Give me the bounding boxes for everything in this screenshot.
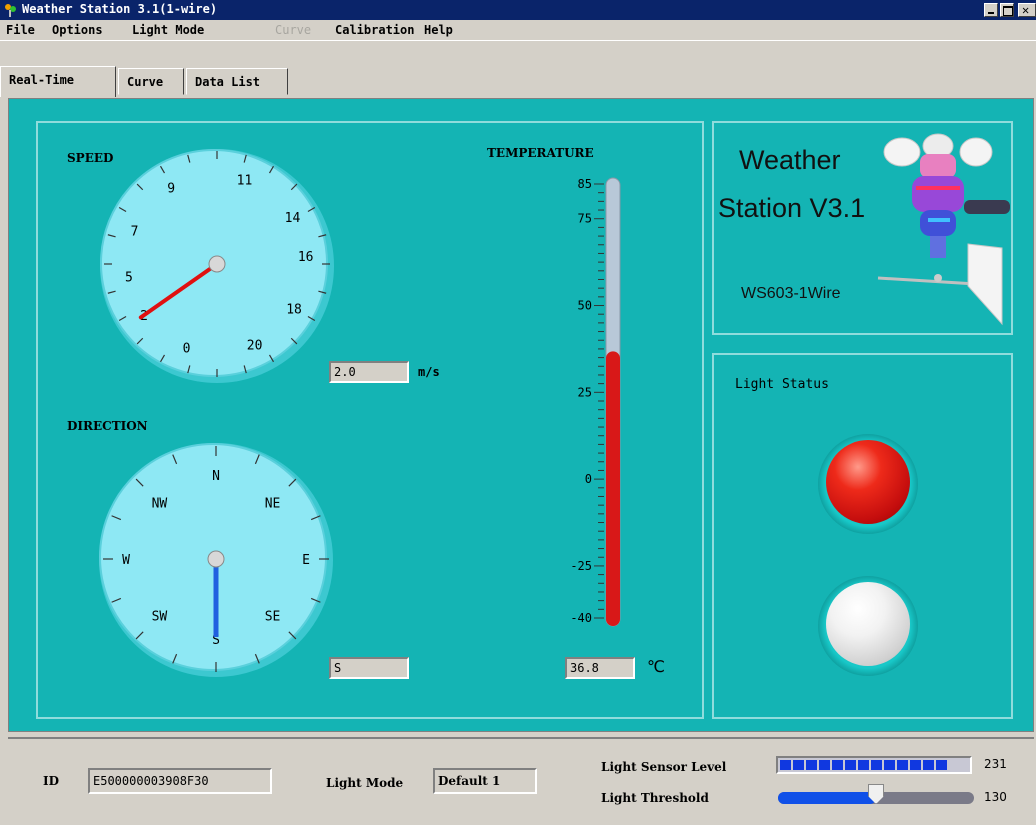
speed-gauge: 025791114161820 [100, 149, 334, 383]
light-threshold-slider[interactable] [778, 784, 974, 804]
close-button[interactable]: ✕ [1018, 3, 1036, 17]
light-mode-field: Default 1 [433, 768, 537, 794]
app-icon [5, 4, 16, 17]
thermometer-scale-label: -25 [570, 559, 592, 573]
direction-label: NE [265, 496, 281, 511]
direction-gauge: NNEESESSWWNW [99, 443, 333, 677]
thermometer-scale-label: 0 [585, 472, 592, 486]
minimize-button[interactable] [984, 3, 998, 17]
light-sensor-level-fill [780, 760, 949, 770]
temperature-value-field: 36.8 [565, 657, 635, 679]
temperature-unit: ℃ [647, 657, 665, 676]
speed-scale-label: 0 [183, 342, 191, 357]
brand-model: WS603-1Wire [741, 285, 841, 302]
light-sensor-level-bar [776, 756, 972, 774]
direction-label: N [212, 469, 220, 484]
maximize-button[interactable] [1000, 3, 1014, 17]
thermometer-scale-label: 85 [578, 177, 592, 191]
led-white-indicator [826, 582, 910, 666]
speed-unit: m/s [418, 365, 440, 379]
speed-scale-label: 11 [237, 173, 253, 188]
light-threshold-fill [778, 792, 876, 804]
tab-data-list[interactable]: Data List [186, 68, 288, 95]
thermometer: 85 75 50 25 0 -25 -40 [570, 177, 621, 627]
light-threshold-value: 130 [984, 790, 1007, 804]
light-mode-label: Light Mode [326, 776, 404, 790]
direction-label: NW [152, 496, 168, 511]
speed-scale-label: 20 [247, 339, 263, 354]
thermometer-scale-label: -40 [570, 611, 592, 625]
menu-light-mode[interactable]: Light Mode [132, 23, 204, 37]
tab-real-time[interactable]: Real-Time [0, 66, 116, 97]
menu-options[interactable]: Options [52, 23, 103, 37]
speed-scale-label: 14 [285, 211, 301, 226]
thermometer-scale-label: 25 [578, 385, 592, 399]
thermometer-scale-label: 50 [578, 299, 592, 313]
close-icon: ✕ [1022, 3, 1030, 17]
thermometer-mercury [606, 351, 620, 626]
light-sensor-level-label: Light Sensor Level [601, 760, 727, 774]
window-title: Weather Station 3.1(1-wire) [22, 2, 218, 16]
led-red-indicator [826, 440, 910, 524]
minimize-icon [988, 12, 994, 14]
light-status-title: Light Status [735, 377, 829, 392]
speed-scale-label: 18 [286, 303, 302, 318]
direction-needle-hub [207, 550, 225, 568]
tab-curve[interactable]: Curve [118, 68, 184, 95]
thermometer-scale-label: 75 [578, 212, 592, 226]
title-bar: Weather Station 3.1(1-wire) ✕ [0, 0, 1036, 20]
brand-title-line2: Station V3.1 [718, 193, 866, 223]
direction-label: W [122, 553, 130, 568]
light-sensor-level-value: 231 [984, 757, 1007, 771]
direction-label: E [302, 553, 310, 568]
menu-bar: File Options Light Mode Curve Calibratio… [0, 20, 1036, 41]
speed-scale-label: 7 [131, 225, 139, 240]
menu-help[interactable]: Help [424, 23, 453, 37]
direction-label: SE [265, 610, 281, 625]
id-field: E500000003908F30 [88, 768, 272, 794]
temperature-title: TEMPERATURE [487, 146, 594, 160]
menu-calibration[interactable]: Calibration [335, 23, 414, 37]
direction-title: DIRECTION [67, 419, 148, 433]
weather-station-image [877, 133, 1010, 326]
brand-title-line1: Weather [739, 145, 841, 175]
speed-value-field: 2.0 [329, 361, 409, 383]
speed-scale-label: 5 [125, 270, 133, 285]
speed-needle-hub [208, 255, 226, 273]
maximize-icon [1003, 6, 1013, 16]
menu-curve[interactable]: Curve [275, 23, 311, 37]
id-label: ID [43, 774, 60, 788]
menu-file[interactable]: File [6, 23, 35, 37]
light-threshold-label: Light Threshold [601, 791, 709, 805]
direction-label: SW [152, 610, 168, 625]
speed-scale-label: 16 [298, 250, 314, 265]
direction-value-field: S [329, 657, 409, 679]
speed-scale-label: 9 [167, 182, 175, 197]
